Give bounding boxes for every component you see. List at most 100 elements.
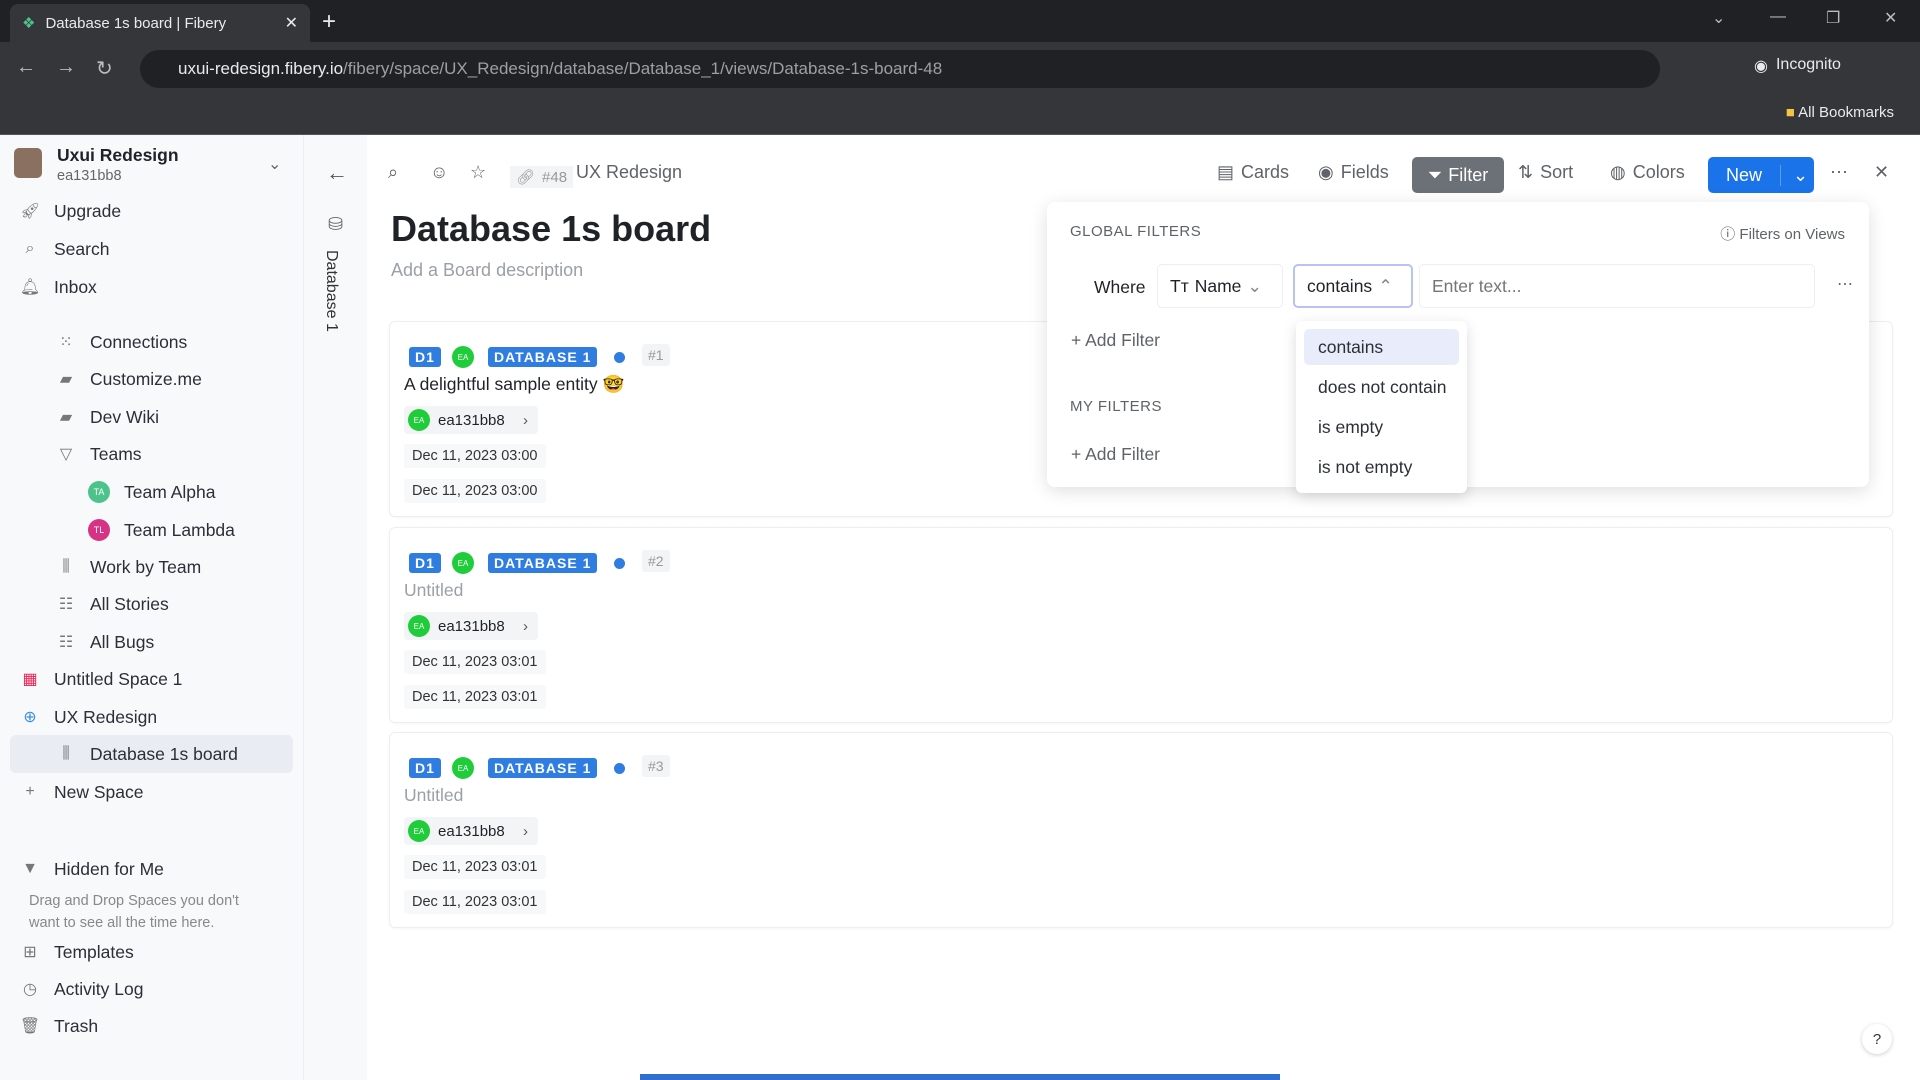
- chevron-down-icon[interactable]: ⌄: [1781, 165, 1820, 186]
- back-icon[interactable]: ←: [16, 56, 36, 79]
- chevron-down-icon: ⌄: [1247, 275, 1263, 296]
- sidebar-item-connections[interactable]: ⁙ Connections: [54, 327, 187, 357]
- date-field[interactable]: Dec 11, 2023 03:00: [404, 479, 546, 503]
- owner-chip[interactable]: EA ea131bb8 ›: [404, 817, 538, 845]
- sidebar-item-ux-redesign[interactable]: ⊕ UX Redesign: [18, 702, 157, 732]
- where-label: Where: [1094, 277, 1146, 297]
- star-icon[interactable]: ☆: [470, 162, 486, 183]
- sidebar-item-work-by-team[interactable]: ⫼ Work by Team: [54, 552, 201, 582]
- database-badge[interactable]: DATABASE 1: [488, 758, 598, 778]
- new-button[interactable]: New ⌄: [1708, 157, 1814, 193]
- new-tab-button[interactable]: +: [322, 8, 336, 36]
- database-badge[interactable]: DATABASE 1: [488, 553, 598, 573]
- view-link[interactable]: 🔗︎ #48: [510, 166, 574, 188]
- sidebar-item-search[interactable]: ⌕ Search: [18, 234, 110, 264]
- sidebar-item-database-1s-board[interactable]: ⫼ Database 1s board: [54, 739, 238, 769]
- owner-chip[interactable]: EA ea131bb8 ›: [404, 612, 538, 640]
- tab-search-icon[interactable]: ⌄: [1712, 8, 1725, 28]
- cards-button[interactable]: ▤ Cards: [1217, 162, 1289, 183]
- sidebar-item-dev-wiki[interactable]: ▰ Dev Wiki: [54, 402, 159, 432]
- breadcrumb[interactable]: UX Redesign: [576, 162, 682, 183]
- database-vertical-label[interactable]: Database 1: [322, 250, 340, 332]
- chevron-down-icon[interactable]: ⌄: [268, 154, 281, 174]
- cards-icon: ▤: [1217, 162, 1235, 182]
- grid-icon: ☷: [58, 634, 74, 651]
- sidebar-item-teams[interactable]: ▽ Teams: [54, 439, 142, 469]
- card-number: #3: [642, 755, 670, 777]
- emoji-icon[interactable]: ☺: [430, 162, 448, 183]
- date-field[interactable]: Dec 11, 2023 03:01: [404, 890, 546, 914]
- avatar: EA: [452, 757, 474, 779]
- board-description[interactable]: Add a Board description: [391, 260, 583, 281]
- reload-icon[interactable]: ↻: [96, 56, 113, 81]
- sidebar-item-trash[interactable]: 🗑︎ Trash: [18, 1011, 98, 1041]
- sidebar-item-customize-me[interactable]: ▰ Customize.me: [54, 364, 202, 394]
- help-button[interactable]: ?: [1862, 1024, 1892, 1054]
- date-field[interactable]: Dec 11, 2023 03:00: [404, 444, 546, 468]
- filter-more-icon[interactable]: ⋯: [1837, 274, 1853, 294]
- colors-button[interactable]: ◍ Colors: [1610, 162, 1685, 183]
- filters-on-views-link[interactable]: ⓘ Filters on Views: [1720, 223, 1845, 244]
- close-tab-icon[interactable]: ✕: [285, 13, 298, 33]
- more-icon[interactable]: ⋯: [1830, 162, 1848, 183]
- horizontal-scrollbar[interactable]: [640, 1074, 1280, 1080]
- workspace-user: ea131bb8: [57, 168, 122, 184]
- operator-option[interactable]: is not empty: [1304, 449, 1459, 485]
- search-icon[interactable]: ⌕: [388, 162, 398, 183]
- fields-button[interactable]: ◉ Fields: [1318, 162, 1389, 183]
- database-badge[interactable]: DATABASE 1: [488, 347, 598, 367]
- workspace-name[interactable]: Uxui Redesign: [57, 145, 179, 166]
- sidebar-item-upgrade[interactable]: 🚀︎ Upgrade: [18, 196, 121, 226]
- add-my-filter-button[interactable]: + Add Filter: [1071, 444, 1160, 465]
- sidebar-item-all-stories[interactable]: ☷ All Stories: [54, 589, 169, 619]
- date-field[interactable]: Dec 11, 2023 03:01: [404, 855, 546, 879]
- browser-tab[interactable]: ❖ Database 1s board | Fibery ✕: [10, 4, 310, 42]
- team-avatar: TA: [88, 481, 110, 503]
- forward-icon[interactable]: →: [56, 56, 76, 79]
- operator-option[interactable]: does not contain: [1304, 369, 1459, 405]
- sidebar-item-inbox[interactable]: 🔔︎ Inbox: [18, 272, 97, 302]
- sidebar-item-all-bugs[interactable]: ☷ All Bugs: [54, 627, 154, 657]
- sidebar-item-team-alpha[interactable]: TA Team Alpha: [88, 477, 215, 507]
- close-icon[interactable]: ✕: [1874, 162, 1889, 183]
- date-field[interactable]: Dec 11, 2023 03:01: [404, 650, 546, 674]
- database-icon: ⛁: [328, 214, 344, 234]
- field-select[interactable]: Tт Name ⌄: [1157, 264, 1283, 308]
- url-input[interactable]: uxui-redesign.fibery.io/fibery/space/UX_…: [140, 50, 1660, 88]
- owner-chip[interactable]: EA ea131bb8 ›: [404, 406, 538, 434]
- back-arrow-icon[interactable]: ←: [326, 160, 348, 186]
- card-name[interactable]: Untitled: [404, 785, 463, 806]
- board-card[interactable]: D1 EA DATABASE 1 #2 Untitled EA ea131bb8 › Dec 1…: [389, 527, 1893, 723]
- filter-button[interactable]: ⏷ Filter: [1412, 157, 1504, 193]
- sort-button[interactable]: ⇅ Sort: [1518, 162, 1573, 183]
- global-filters-label: GLOBAL FILTERS: [1070, 223, 1202, 240]
- owner-name: ea131bb8: [438, 822, 505, 840]
- board-card[interactable]: D1 EA DATABASE 1 #3 Untitled EA ea131bb8 › Dec 1…: [389, 732, 1893, 928]
- card-tag-badge: D1: [409, 758, 441, 778]
- close-window-icon[interactable]: ✕: [1884, 8, 1897, 28]
- operator-option[interactable]: is empty: [1304, 409, 1459, 445]
- team-avatar: TL: [88, 519, 110, 541]
- my-filters-label: MY FILTERS: [1070, 398, 1162, 415]
- operator-option[interactable]: contains: [1304, 329, 1459, 365]
- sidebar-item-team-lambda[interactable]: TL Team Lambda: [88, 515, 235, 545]
- all-bookmarks[interactable]: ■ All Bookmarks: [1786, 104, 1894, 121]
- card-name[interactable]: A delightful sample entity 🤓: [404, 374, 624, 395]
- sidebar-item-templates[interactable]: ⊞ Templates: [18, 937, 133, 967]
- minimize-icon[interactable]: —: [1770, 8, 1786, 26]
- maximize-icon[interactable]: ❐: [1826, 8, 1840, 28]
- page-title[interactable]: Database 1s board: [391, 208, 711, 250]
- bell-icon: 🔔︎: [19, 279, 41, 296]
- hidden-for-me-section[interactable]: ▼ Hidden for Me: [18, 854, 164, 884]
- profile-button[interactable]: ◉ Incognito: [1754, 56, 1841, 76]
- operator-select[interactable]: contains ⌃: [1293, 264, 1413, 308]
- add-global-filter-button[interactable]: + Add Filter: [1071, 330, 1160, 351]
- card-name[interactable]: Untitled: [404, 580, 463, 601]
- sidebar-item-untitled-space-1[interactable]: ▦ Untitled Space 1: [18, 664, 182, 694]
- sidebar-item-activity-log[interactable]: ◷ Activity Log: [18, 974, 143, 1004]
- triangle-down-icon: ▼: [22, 860, 38, 877]
- sidebar-item-label: Team Lambda: [124, 519, 235, 540]
- date-field[interactable]: Dec 11, 2023 03:01: [404, 685, 546, 709]
- sidebar-item-new-space[interactable]: + New Space: [18, 777, 143, 807]
- filter-text-input[interactable]: [1419, 264, 1815, 308]
